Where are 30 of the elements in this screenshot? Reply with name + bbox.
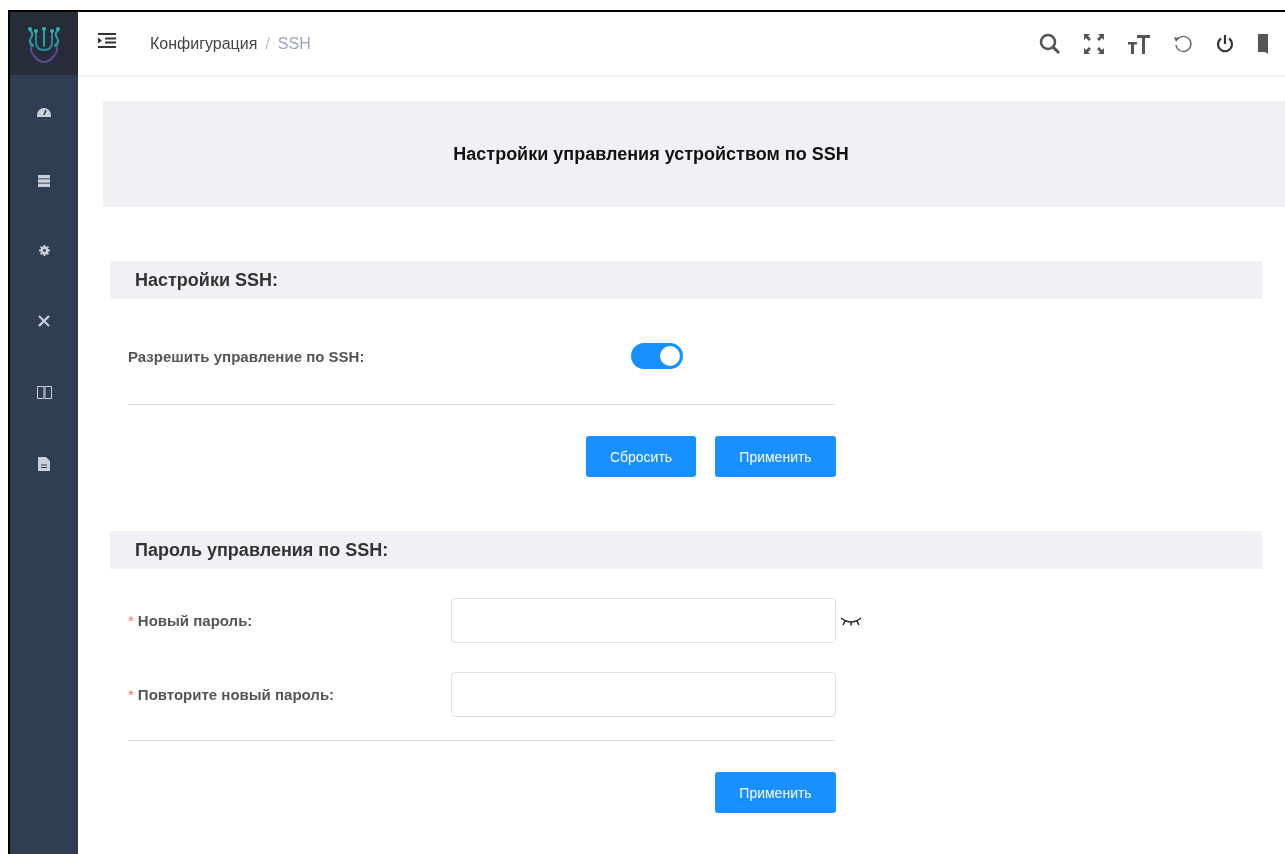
server-icon[interactable] xyxy=(38,175,50,187)
breadcrumb-item: SSH xyxy=(277,34,311,53)
eye-closed-icon[interactable] xyxy=(840,615,862,626)
required-mark: * xyxy=(128,612,134,629)
book-icon[interactable] xyxy=(36,386,52,399)
fullscreen-icon[interactable] xyxy=(1083,32,1105,55)
action-button[interactable]: Применить xyxy=(715,772,836,813)
menu-icon[interactable] xyxy=(98,33,116,48)
section-title: Настройки SSH: xyxy=(135,269,278,291)
page-title: Настройки управления устройством по SSH xyxy=(453,143,849,165)
toggle-switch[interactable] xyxy=(631,343,683,369)
search-icon[interactable] xyxy=(1039,32,1061,55)
section-title: Пароль управления по SSH: xyxy=(135,539,389,561)
door-icon[interactable] xyxy=(1257,32,1269,55)
action-button[interactable]: Сбросить xyxy=(586,436,696,477)
password-field[interactable] xyxy=(451,672,836,717)
font-size-icon[interactable] xyxy=(1127,32,1151,55)
dashboard-icon[interactable] xyxy=(37,105,51,117)
action-button[interactable]: Применить xyxy=(715,436,836,477)
refresh-icon[interactable] xyxy=(1173,33,1193,54)
field-label: Разрешить управление по SSH: xyxy=(128,347,365,365)
document-icon[interactable] xyxy=(38,457,50,471)
field-label: Повторите новый пароль: xyxy=(137,686,335,703)
breadcrumb-separator: / xyxy=(265,34,270,53)
field-label: Новый пароль: xyxy=(137,612,253,629)
power-icon[interactable] xyxy=(1215,33,1235,54)
gear-icon[interactable] xyxy=(38,245,50,256)
password-field[interactable] xyxy=(451,598,836,643)
required-mark: * xyxy=(128,686,134,703)
breadcrumb-item[interactable]: Конфигурация xyxy=(150,34,258,53)
